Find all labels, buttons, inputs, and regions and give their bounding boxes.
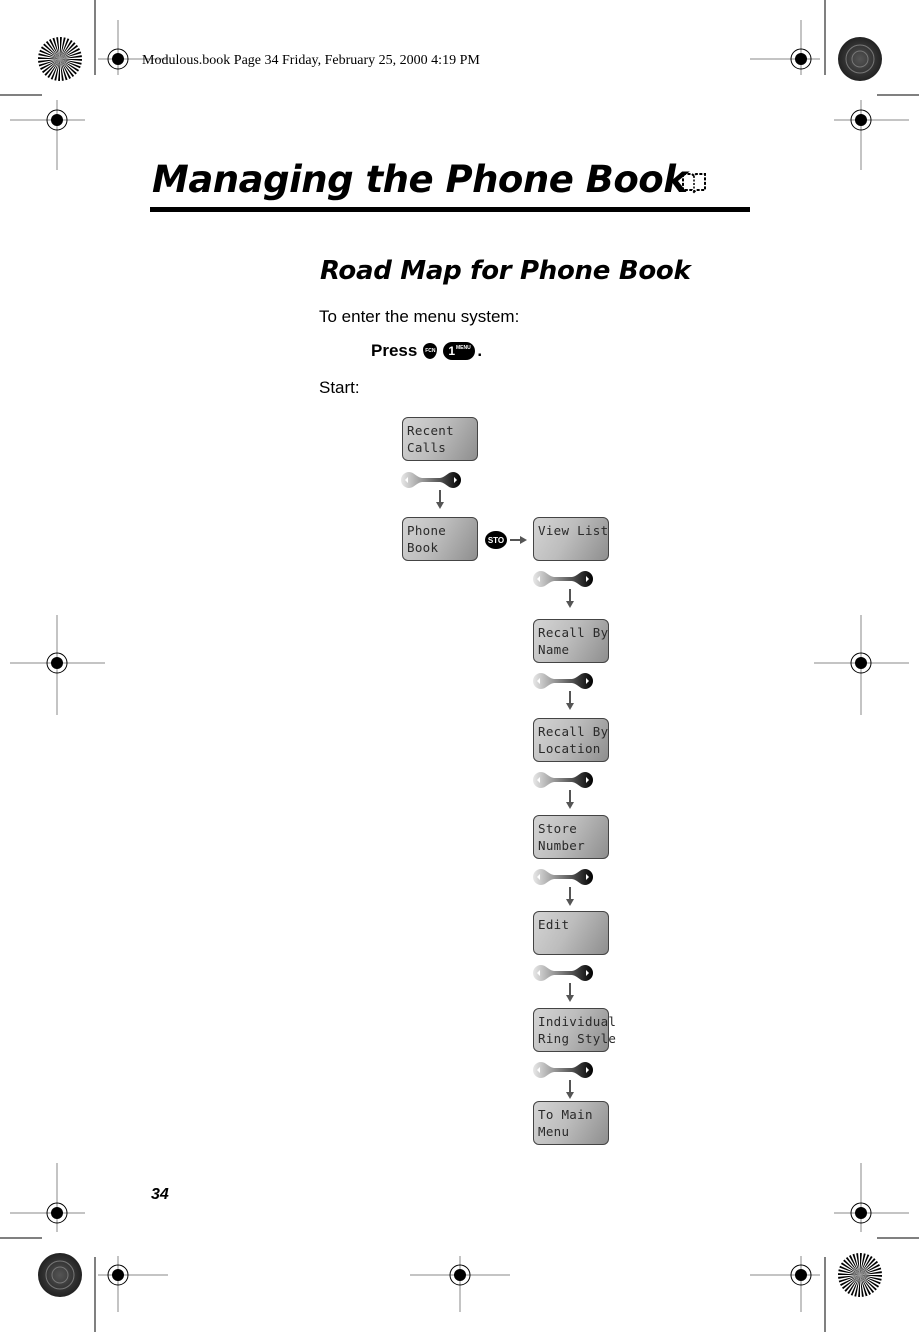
lcd-line-1: Individual (538, 1014, 617, 1029)
page-number: 34 (151, 1186, 169, 1203)
lcd-line-1: Store (538, 821, 578, 836)
lcd-line-2: Name (538, 642, 570, 657)
lcd-screen-individual-ring-style: Individual Ring Style (533, 1008, 617, 1052)
down-arrow-icon (566, 790, 574, 809)
lcd-screen-recent-calls: Recent Calls (402, 417, 478, 461)
down-arrow-icon (566, 589, 574, 608)
lcd-screen-store-number: Store Number (533, 815, 609, 859)
lcd-line-1: Recall By (538, 625, 609, 640)
lcd-line-2: Menu (538, 1124, 570, 1139)
lcd-line-1: To Main (538, 1107, 593, 1122)
lcd-screen-edit: Edit (533, 911, 609, 955)
lcd-line-2: Calls (407, 440, 447, 455)
lcd-line-2: Number (538, 838, 585, 853)
lcd-line-2: Ring Style (538, 1031, 617, 1046)
lcd-line-2: Book (407, 540, 439, 555)
lcd-line-1: Recall By (538, 724, 609, 739)
lcd-screen-view-list: View List (533, 517, 609, 561)
down-arrow-icon (566, 983, 574, 1002)
lcd-screen-recall-by-location: Recall By Location (533, 718, 609, 762)
scroll-key-icon (533, 1062, 593, 1078)
scroll-key-icon (533, 772, 593, 788)
right-arrow-icon (510, 536, 527, 544)
lcd-line-2: Location (538, 741, 601, 756)
lcd-screen-phone-book: Phone Book (402, 517, 478, 561)
down-arrow-icon (566, 887, 574, 906)
down-arrow-icon (566, 1080, 574, 1099)
scroll-key-icon (533, 571, 593, 587)
down-arrow-icon (566, 691, 574, 710)
road-map-diagram: Recent Calls Phone Book STO View List Recall B… (0, 0, 919, 1332)
lcd-line-1: Recent (407, 423, 454, 438)
lcd-screen-recall-by-name: Recall By Name (533, 619, 609, 663)
lcd-line-1: View List (538, 523, 609, 538)
sto-key-icon: STO (485, 531, 507, 549)
lcd-line-1: Edit (538, 917, 570, 932)
scroll-key-icon (533, 869, 593, 885)
scroll-key-icon (401, 472, 461, 488)
scroll-key-icon (533, 673, 593, 689)
lcd-screen-to-main-menu: To Main Menu (533, 1101, 609, 1145)
lcd-line-1: Phone (407, 523, 447, 538)
scroll-key-icon (533, 965, 593, 981)
down-arrow-icon (436, 490, 444, 509)
